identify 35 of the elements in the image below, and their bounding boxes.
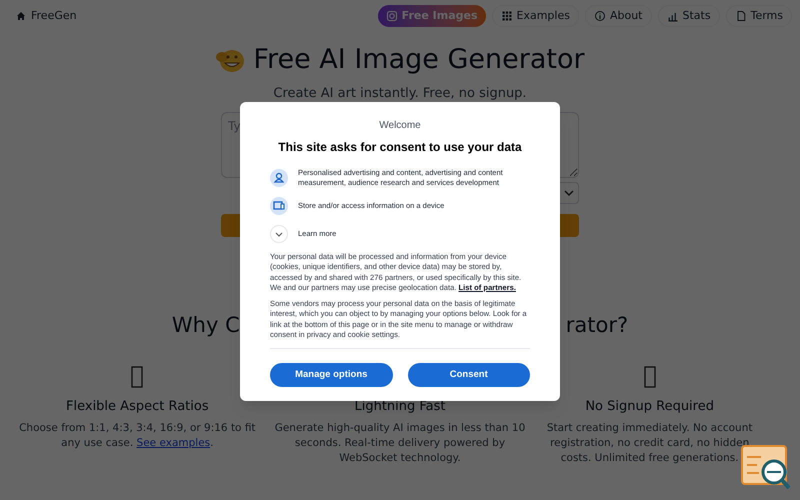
smiley-icon [215,47,246,73]
missing-glyph-icon [644,366,656,388]
chevron-down-icon [564,188,574,196]
feature-description: Generate high-quality AI images in less than 10 seconds. Real-time delivery powered by WebSocket technology. [274,420,526,466]
section-heading: rator? [566,312,628,338]
modal-eyebrow: Welcome [378,119,422,133]
consent-button[interactable]: Consent [408,363,530,388]
nav-link[interactable]: About [584,5,652,27]
page-subtitle: Create AI art instantly. Free, no signup. [272,85,528,103]
brand-link[interactable]: FreeGen [8,4,85,28]
feature-description: Choose from 1:1, 4:3, 3:4, 16:9, or 9:16 to fit any use case. See examples. [18,420,257,450]
feature-description: Start creating immediately. No account registration, no credit card, no hidden costs. Unlimited free generations. [546,420,754,466]
nav-link[interactable]: Examples [492,5,579,27]
chevron-down-icon[interactable] [270,225,288,243]
nav-link[interactable]: Terms [726,5,792,27]
person-icon [270,169,288,187]
bar-chart-icon [666,10,678,22]
nav-link[interactable]: Stats [658,5,720,27]
feature-title: Flexible Aspect Ratios [66,398,209,416]
section-heading: Why C [172,312,240,338]
camera-icon [386,10,398,22]
examples-link[interactable]: See examples [136,436,210,448]
home-icon [16,11,26,21]
devices-icon [270,197,288,215]
manage-options-button[interactable]: Manage options [270,363,392,388]
page-title: Free AI Image Generator [253,44,585,76]
info-icon [594,10,606,22]
chat-search-icon[interactable] [741,445,791,490]
feature-title: Lightning Fast [354,398,446,416]
missing-glyph-icon [131,366,144,388]
brand-name: FreeGen [31,8,77,24]
modal-title: This site asks for consent to use your data [277,139,523,156]
feature-title: No Signup Required [585,398,714,416]
document-icon [734,10,747,22]
grid-icon [500,10,513,22]
